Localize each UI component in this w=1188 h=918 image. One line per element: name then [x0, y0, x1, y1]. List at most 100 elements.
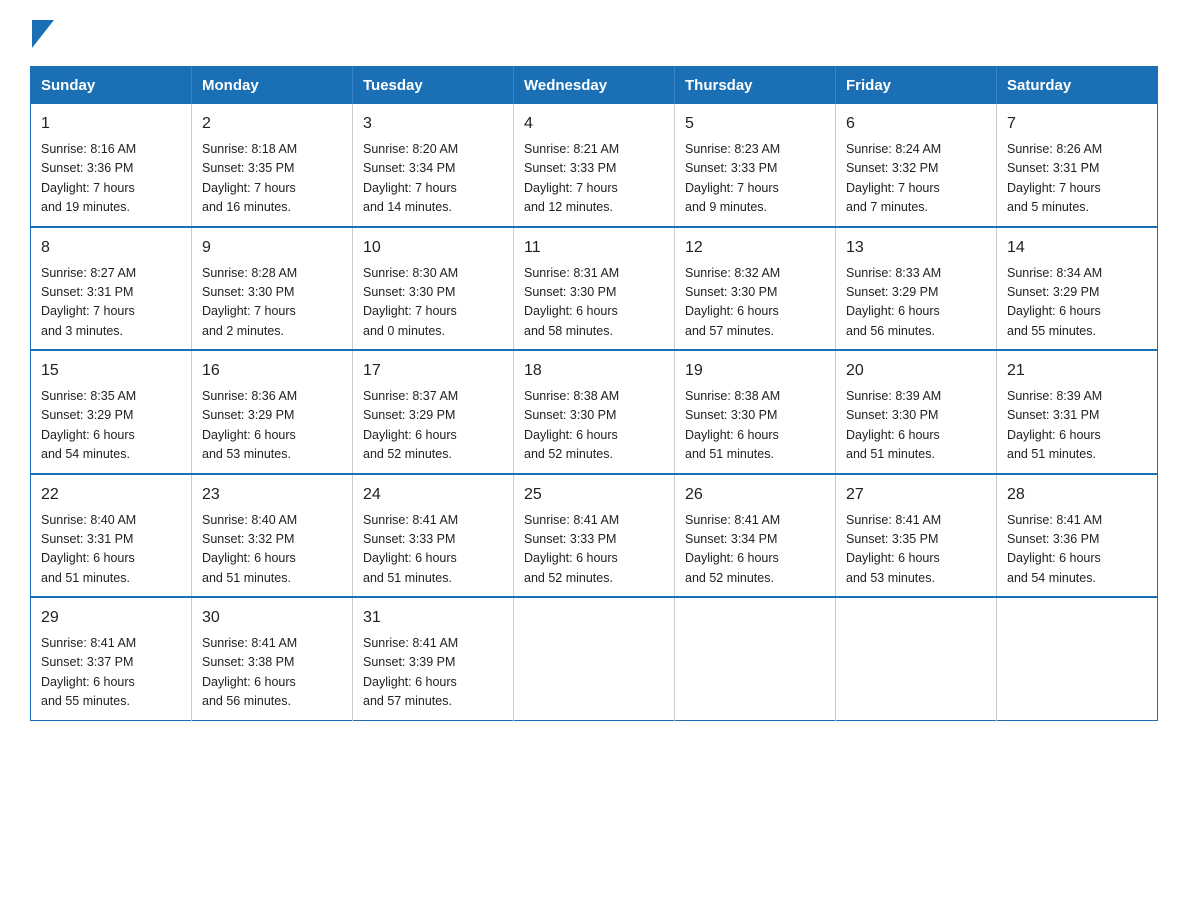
day-number: 3	[363, 112, 503, 136]
day-info: Sunrise: 8:38 AM Sunset: 3:30 PM Dayligh…	[685, 387, 825, 465]
day-number: 8	[41, 236, 181, 260]
day-number: 29	[41, 606, 181, 630]
day-info: Sunrise: 8:26 AM Sunset: 3:31 PM Dayligh…	[1007, 140, 1147, 218]
day-number: 24	[363, 483, 503, 507]
day-info: Sunrise: 8:24 AM Sunset: 3:32 PM Dayligh…	[846, 140, 986, 218]
day-info: Sunrise: 8:41 AM Sunset: 3:34 PM Dayligh…	[685, 511, 825, 589]
day-info: Sunrise: 8:39 AM Sunset: 3:31 PM Dayligh…	[1007, 387, 1147, 465]
calendar-cell: 19 Sunrise: 8:38 AM Sunset: 3:30 PM Dayli…	[675, 350, 836, 474]
weekday-header-monday: Monday	[192, 67, 353, 105]
calendar-cell: 28 Sunrise: 8:41 AM Sunset: 3:36 PM Dayli…	[997, 474, 1158, 598]
day-info: Sunrise: 8:41 AM Sunset: 3:33 PM Dayligh…	[524, 511, 664, 589]
day-info: Sunrise: 8:41 AM Sunset: 3:37 PM Dayligh…	[41, 634, 181, 712]
day-number: 10	[363, 236, 503, 260]
calendar-cell: 30 Sunrise: 8:41 AM Sunset: 3:38 PM Dayli…	[192, 597, 353, 720]
calendar-week-3: 15 Sunrise: 8:35 AM Sunset: 3:29 PM Dayli…	[31, 350, 1158, 474]
day-number: 19	[685, 359, 825, 383]
day-info: Sunrise: 8:38 AM Sunset: 3:30 PM Dayligh…	[524, 387, 664, 465]
day-number: 21	[1007, 359, 1147, 383]
calendar-week-2: 8 Sunrise: 8:27 AM Sunset: 3:31 PM Daylig…	[31, 227, 1158, 351]
day-info: Sunrise: 8:33 AM Sunset: 3:29 PM Dayligh…	[846, 264, 986, 342]
calendar-cell	[675, 597, 836, 720]
day-number: 4	[524, 112, 664, 136]
day-info: Sunrise: 8:16 AM Sunset: 3:36 PM Dayligh…	[41, 140, 181, 218]
day-number: 6	[846, 112, 986, 136]
day-number: 12	[685, 236, 825, 260]
day-number: 18	[524, 359, 664, 383]
calendar-cell	[836, 597, 997, 720]
calendar-week-1: 1 Sunrise: 8:16 AM Sunset: 3:36 PM Daylig…	[31, 104, 1158, 227]
calendar-cell: 12 Sunrise: 8:32 AM Sunset: 3:30 PM Dayli…	[675, 227, 836, 351]
calendar-cell: 23 Sunrise: 8:40 AM Sunset: 3:32 PM Dayli…	[192, 474, 353, 598]
day-info: Sunrise: 8:41 AM Sunset: 3:39 PM Dayligh…	[363, 634, 503, 712]
day-number: 14	[1007, 236, 1147, 260]
calendar-cell: 31Sunrise: 8:41 AM Sunset: 3:39 PM Dayli…	[353, 597, 514, 720]
weekday-header-tuesday: Tuesday	[353, 67, 514, 105]
calendar-cell: 7 Sunrise: 8:26 AM Sunset: 3:31 PM Daylig…	[997, 104, 1158, 227]
calendar-cell: 15 Sunrise: 8:35 AM Sunset: 3:29 PM Dayli…	[31, 350, 192, 474]
calendar-cell: 14 Sunrise: 8:34 AM Sunset: 3:29 PM Dayli…	[997, 227, 1158, 351]
day-info: Sunrise: 8:28 AM Sunset: 3:30 PM Dayligh…	[202, 264, 342, 342]
day-number: 2	[202, 112, 342, 136]
day-info: Sunrise: 8:41 AM Sunset: 3:38 PM Dayligh…	[202, 634, 342, 712]
calendar-cell: 3 Sunrise: 8:20 AM Sunset: 3:34 PM Daylig…	[353, 104, 514, 227]
calendar-cell: 5 Sunrise: 8:23 AM Sunset: 3:33 PM Daylig…	[675, 104, 836, 227]
day-info: Sunrise: 8:37 AM Sunset: 3:29 PM Dayligh…	[363, 387, 503, 465]
calendar-cell: 6 Sunrise: 8:24 AM Sunset: 3:32 PM Daylig…	[836, 104, 997, 227]
calendar-cell: 4 Sunrise: 8:21 AM Sunset: 3:33 PM Daylig…	[514, 104, 675, 227]
calendar-table: SundayMondayTuesdayWednesdayThursdayFrid…	[30, 66, 1158, 721]
calendar-cell: 11 Sunrise: 8:31 AM Sunset: 3:30 PM Dayli…	[514, 227, 675, 351]
logo	[30, 20, 54, 48]
day-info: Sunrise: 8:35 AM Sunset: 3:29 PM Dayligh…	[41, 387, 181, 465]
day-number: 25	[524, 483, 664, 507]
day-number: 26	[685, 483, 825, 507]
day-number: 7	[1007, 112, 1147, 136]
day-number: 13	[846, 236, 986, 260]
day-info: Sunrise: 8:40 AM Sunset: 3:32 PM Dayligh…	[202, 511, 342, 589]
day-number: 16	[202, 359, 342, 383]
calendar-cell: 26 Sunrise: 8:41 AM Sunset: 3:34 PM Dayli…	[675, 474, 836, 598]
page-header	[30, 20, 1158, 48]
calendar-cell: 21 Sunrise: 8:39 AM Sunset: 3:31 PM Dayli…	[997, 350, 1158, 474]
day-number: 30	[202, 606, 342, 630]
logo-triangle-icon	[32, 20, 54, 48]
day-info: Sunrise: 8:40 AM Sunset: 3:31 PM Dayligh…	[41, 511, 181, 589]
calendar-cell: 25 Sunrise: 8:41 AM Sunset: 3:33 PM Dayli…	[514, 474, 675, 598]
calendar-cell: 10 Sunrise: 8:30 AM Sunset: 3:30 PM Dayli…	[353, 227, 514, 351]
calendar-cell: 13 Sunrise: 8:33 AM Sunset: 3:29 PM Dayli…	[836, 227, 997, 351]
weekday-header-wednesday: Wednesday	[514, 67, 675, 105]
day-number: 15	[41, 359, 181, 383]
day-number: 28	[1007, 483, 1147, 507]
calendar-header-row: SundayMondayTuesdayWednesdayThursdayFrid…	[31, 67, 1158, 105]
calendar-week-5: 29 Sunrise: 8:41 AM Sunset: 3:37 PM Dayli…	[31, 597, 1158, 720]
day-info: Sunrise: 8:31 AM Sunset: 3:30 PM Dayligh…	[524, 264, 664, 342]
day-info: Sunrise: 8:27 AM Sunset: 3:31 PM Dayligh…	[41, 264, 181, 342]
calendar-cell: 2 Sunrise: 8:18 AM Sunset: 3:35 PM Daylig…	[192, 104, 353, 227]
day-info: Sunrise: 8:18 AM Sunset: 3:35 PM Dayligh…	[202, 140, 342, 218]
day-number: 11	[524, 236, 664, 260]
day-info: Sunrise: 8:20 AM Sunset: 3:34 PM Dayligh…	[363, 140, 503, 218]
calendar-cell	[997, 597, 1158, 720]
day-info: Sunrise: 8:32 AM Sunset: 3:30 PM Dayligh…	[685, 264, 825, 342]
calendar-cell: 18 Sunrise: 8:38 AM Sunset: 3:30 PM Dayli…	[514, 350, 675, 474]
day-number: 23	[202, 483, 342, 507]
day-info: Sunrise: 8:39 AM Sunset: 3:30 PM Dayligh…	[846, 387, 986, 465]
day-info: Sunrise: 8:23 AM Sunset: 3:33 PM Dayligh…	[685, 140, 825, 218]
calendar-cell: 29 Sunrise: 8:41 AM Sunset: 3:37 PM Dayli…	[31, 597, 192, 720]
weekday-header-thursday: Thursday	[675, 67, 836, 105]
day-info: Sunrise: 8:41 AM Sunset: 3:36 PM Dayligh…	[1007, 511, 1147, 589]
calendar-cell: 1 Sunrise: 8:16 AM Sunset: 3:36 PM Daylig…	[31, 104, 192, 227]
day-number: 9	[202, 236, 342, 260]
day-info: Sunrise: 8:34 AM Sunset: 3:29 PM Dayligh…	[1007, 264, 1147, 342]
calendar-week-4: 22Sunrise: 8:40 AM Sunset: 3:31 PM Dayli…	[31, 474, 1158, 598]
day-number: 17	[363, 359, 503, 383]
day-info: Sunrise: 8:41 AM Sunset: 3:33 PM Dayligh…	[363, 511, 503, 589]
day-number: 1	[41, 112, 181, 136]
day-info: Sunrise: 8:21 AM Sunset: 3:33 PM Dayligh…	[524, 140, 664, 218]
weekday-header-saturday: Saturday	[997, 67, 1158, 105]
weekday-header-sunday: Sunday	[31, 67, 192, 105]
day-info: Sunrise: 8:30 AM Sunset: 3:30 PM Dayligh…	[363, 264, 503, 342]
day-number: 5	[685, 112, 825, 136]
calendar-cell: 24 Sunrise: 8:41 AM Sunset: 3:33 PM Dayli…	[353, 474, 514, 598]
calendar-cell: 9 Sunrise: 8:28 AM Sunset: 3:30 PM Daylig…	[192, 227, 353, 351]
